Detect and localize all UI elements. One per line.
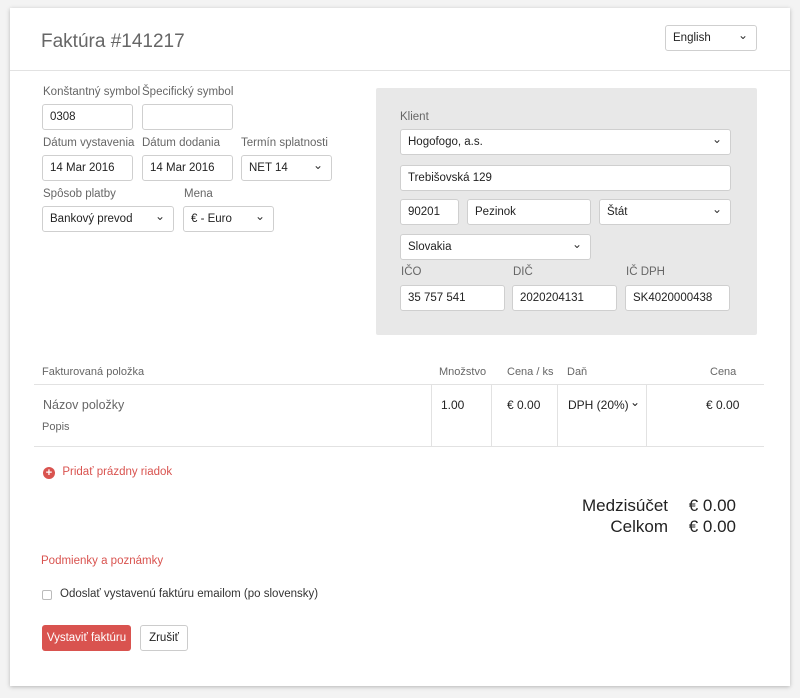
dic-label: DIČ (513, 266, 533, 278)
column-header-item: Fakturovaná položka (42, 366, 145, 378)
subtotal-value: € 0.00 (688, 496, 736, 515)
table-header-divider (34, 384, 764, 385)
item-unit-price-input[interactable]: € 0.00 (507, 398, 540, 412)
dic-input[interactable]: 2020204131 (512, 285, 617, 311)
delivery-date-label: Dátum dodania (142, 137, 220, 149)
client-country-select[interactable]: Slovakia (400, 234, 591, 260)
specific-symbol-label: Špecifický symbol (142, 86, 234, 98)
column-header-tax: Daň (567, 366, 588, 378)
client-zip-input[interactable]: 90201 (400, 199, 459, 225)
column-header-price: Cena (710, 366, 737, 378)
add-row-button[interactable]: + Pridať prázdny riadok (43, 464, 172, 479)
ic-dph-label: IČ DPH (626, 266, 665, 278)
client-label: Klient (400, 111, 429, 123)
issue-date-input[interactable]: 14 Mar 2016 (42, 155, 133, 181)
language-select[interactable]: English (665, 25, 757, 51)
ic-dph-input[interactable]: SK4020000438 (625, 285, 730, 311)
payment-method-select[interactable]: Bankový prevod (42, 206, 174, 232)
issue-date-value: 14 Mar 2016 (50, 162, 115, 174)
language-select-value: English (673, 32, 711, 44)
client-country-value: Slovakia (408, 241, 452, 253)
constant-symbol-input[interactable]: 0308 (42, 104, 133, 130)
ico-input[interactable]: 35 757 541 (400, 285, 505, 311)
column-header-unit-price: Cena / ks (507, 366, 554, 378)
client-name-select[interactable]: Hogofogo, a.s. (400, 129, 731, 155)
total-label: Celkom (610, 517, 668, 536)
payment-method-label: Spôsob platby (43, 188, 116, 200)
cancel-button[interactable]: Zrušiť (140, 625, 188, 651)
column-divider (646, 385, 647, 446)
currency-select[interactable]: € - Euro (183, 206, 274, 232)
currency-label: Mena (184, 188, 213, 200)
total-value: € 0.00 (688, 517, 736, 536)
column-divider (491, 385, 492, 446)
item-name-input[interactable]: Názov položky (43, 398, 124, 412)
send-email-label: Odoslať vystavenú faktúru emailom (po sl… (60, 588, 319, 600)
issue-date-label: Dátum vystavenia (43, 137, 135, 149)
client-name-value: Hogofogo, a.s. (408, 136, 483, 148)
delivery-date-input[interactable]: 14 Mar 2016 (142, 155, 233, 181)
item-quantity-input[interactable]: 1.00 (441, 398, 464, 412)
header-divider (10, 70, 790, 71)
client-street-value: Trebišovská 129 (408, 172, 492, 184)
chevron-down-icon: ⌄ (629, 395, 640, 409)
item-price-value: € 0.00 (706, 398, 740, 412)
due-term-value: NET 14 (249, 162, 288, 174)
specific-symbol-input[interactable] (142, 104, 233, 130)
client-city-value: Pezinok (475, 206, 516, 218)
invoice-card: Faktúra #141217 English Konštantný symbo… (10, 8, 790, 686)
client-city-input[interactable]: Pezinok (467, 199, 591, 225)
dic-value: 2020204131 (520, 292, 584, 304)
send-email-checkbox[interactable] (42, 590, 52, 600)
due-term-label: Termín splatnosti (241, 137, 328, 149)
ic-dph-value: SK4020000438 (633, 292, 713, 304)
terms-notes-link[interactable]: Podmienky a poznámky (41, 555, 163, 567)
client-state-value: Štát (607, 206, 628, 218)
add-row-label: Pridať prázdny riadok (62, 466, 173, 478)
due-term-select[interactable]: NET 14 (241, 155, 332, 181)
ico-value: 35 757 541 (408, 292, 466, 304)
plus-circle-icon: + (43, 467, 55, 479)
currency-value: € - Euro (191, 213, 232, 225)
table-row-divider (34, 446, 764, 447)
ico-label: IČO (401, 266, 422, 278)
page-title: Faktúra #141217 (41, 31, 185, 52)
column-header-quantity: Množstvo (439, 366, 487, 378)
issue-invoice-button[interactable]: Vystaviť faktúru (42, 625, 131, 651)
client-street-input[interactable]: Trebišovská 129 (400, 165, 731, 191)
item-description-input[interactable]: Popis (42, 421, 70, 433)
payment-method-value: Bankový prevod (50, 213, 133, 225)
client-state-select[interactable]: Štát (599, 199, 731, 225)
column-divider (557, 385, 558, 446)
delivery-date-value: 14 Mar 2016 (150, 162, 215, 174)
constant-symbol-label: Konštantný symbol (43, 86, 141, 98)
constant-symbol-value: 0308 (50, 111, 76, 123)
column-divider (431, 385, 432, 446)
item-tax-select[interactable]: DPH (20%) ⌄ (568, 395, 642, 412)
client-zip-value: 90201 (408, 206, 440, 218)
item-tax-value: DPH (20%) (568, 398, 629, 412)
subtotal-label: Medzisúčet (582, 496, 668, 515)
